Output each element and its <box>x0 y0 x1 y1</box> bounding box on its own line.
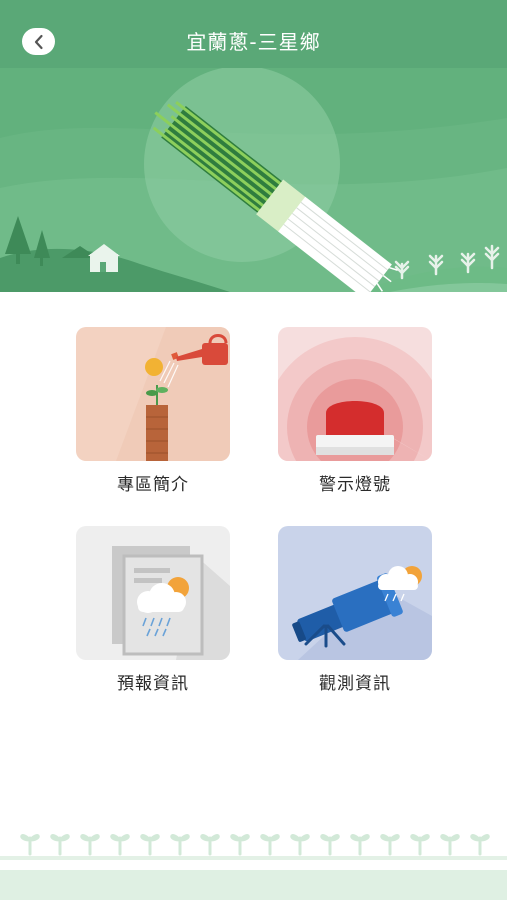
sprout-icon <box>350 834 370 856</box>
feature-menu: 專區簡介 警示燈號 預報資訊 觀測資訊 <box>0 292 507 802</box>
sprout-icon <box>50 834 70 856</box>
sprout-icon <box>110 834 130 856</box>
sprout-icon <box>80 834 100 856</box>
scallion-illustration <box>0 68 507 292</box>
sprout-icon <box>230 834 250 856</box>
telescope-icon <box>278 526 432 660</box>
sprout-icon <box>140 834 160 856</box>
sprout-icon <box>170 834 190 856</box>
menu-item-label: 專區簡介 <box>117 475 189 495</box>
sprout-icon <box>200 834 220 856</box>
sprout-icon <box>290 834 310 856</box>
menu-item-label: 警示燈號 <box>319 475 391 495</box>
menu-item-label: 觀測資訊 <box>319 674 391 694</box>
menu-item-warning[interactable]: 警示燈號 <box>278 327 432 495</box>
menu-item-observe[interactable]: 觀測資訊 <box>278 526 432 694</box>
sprout-icon <box>380 834 400 856</box>
weather-forecast-icon <box>76 526 230 660</box>
watering-plant-icon <box>76 327 230 461</box>
sprout-icon <box>440 834 460 856</box>
sprout-icon <box>470 834 490 856</box>
footer-decoration <box>0 820 507 900</box>
menu-item-label: 預報資訊 <box>117 674 189 694</box>
siren-light-icon <box>278 327 432 461</box>
hero-banner <box>0 68 507 292</box>
menu-item-intro[interactable]: 專區簡介 <box>76 327 230 495</box>
sprout-icon <box>320 834 340 856</box>
sprout-icon <box>410 834 430 856</box>
sprout-icon <box>260 834 280 856</box>
sprout-icon <box>20 834 40 856</box>
menu-item-forecast[interactable]: 預報資訊 <box>76 526 230 694</box>
